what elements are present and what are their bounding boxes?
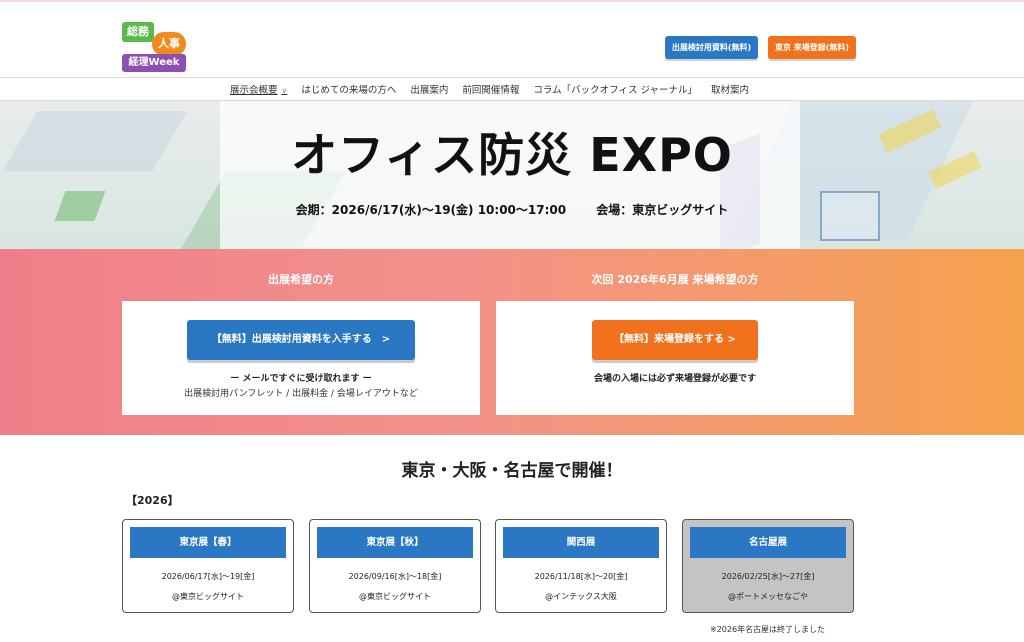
visitor-note: 会場の入場には必ず来場登録が必要です — [593, 374, 756, 384]
nav-item-exhibit-info[interactable]: 出展案内 — [410, 82, 448, 96]
venue-card-title: 名古屋展 — [690, 527, 846, 558]
venue-card-place: @東京ビッグサイト — [172, 592, 244, 601]
venue-card-tokyo-autumn[interactable]: 東京展【秋】 2026/09/16[水]～18[金] @東京ビッグサイト — [309, 519, 481, 613]
exhibitor-note-email: ー メールですぐに受け取れます ー — [230, 374, 372, 384]
venue-card-date: 2026/09/16[水]～18[金] — [348, 572, 442, 581]
site-header: 総務 人事 経理Week 出展検討用資料(無料) 東京 来場登録(無料) — [0, 2, 1024, 76]
venue-card-title: 東京展【秋】 — [317, 527, 473, 558]
header-exhibit-docs-button[interactable]: 出展検討用資料(無料) — [665, 36, 758, 59]
year-label: 【2026】 — [126, 494, 179, 507]
header-visitor-register-button[interactable]: 東京 来場登録(無料) — [768, 36, 856, 59]
venue-card-kansai[interactable]: 関西展 2026/11/18[水]～20[金] @インテックス大阪 — [495, 519, 667, 613]
get-exhibit-docs-button[interactable]: 【無料】出展検討用資料を入手する > — [187, 320, 415, 360]
exhibitor-heading: 出展希望の方 — [268, 273, 334, 286]
nav-item-press[interactable]: 取材案内 — [711, 82, 749, 96]
visitor-card: 【無料】来場登録をする > 会場の入場には必ず来場登録が必要です — [496, 301, 854, 415]
nav-item-label: 展示会概要 — [230, 85, 278, 96]
main-nav: 展示会概要 ∨ はじめての来場の方へ 出展案内 前回開催情報 コラム「バックオフィ… — [0, 77, 1024, 101]
venue-card-tokyo-spring[interactable]: 東京展【春】 2026/06/17[水]～19[金] @東京ビッグサイト — [122, 519, 294, 613]
visitor-register-button[interactable]: 【無料】来場登録をする > — [592, 320, 758, 360]
nav-item-overview[interactable]: 展示会概要 ∨ — [230, 82, 287, 96]
page-title: オフィス防災 EXPO — [291, 128, 733, 182]
venue-card-place: @ポートメッセなごや — [728, 592, 808, 601]
logo-part-jinji: 人事 — [152, 32, 186, 56]
venue-card-title: 東京展【春】 — [130, 527, 286, 558]
nagoya-ended-note: ※2026年名古屋は終了しました — [710, 625, 826, 634]
nav-item-previous-show[interactable]: 前回開催情報 — [462, 82, 519, 96]
hero-banner: オフィス防災 EXPO 会期：2026/6/17(水)～19(金) 10:00～… — [0, 101, 1024, 249]
venue-card-title: 関西展 — [503, 527, 659, 558]
event-period: 会期：2026/6/17(水)～19(金) 10:00～17:00 — [295, 203, 567, 217]
exhibitor-card: 【無料】出展検討用資料を入手する > ー メールですぐに受け取れます ー 出展検… — [122, 301, 480, 415]
venue-card-place: @インテックス大阪 — [545, 592, 617, 601]
nav-item-first-visit[interactable]: はじめての来場の方へ — [301, 82, 396, 96]
venues-heading: 東京・大阪・名古屋で開催！ — [401, 461, 623, 481]
venue-card-date: 2026/02/25[水]～27[金] — [721, 572, 815, 581]
exhibitor-note-contents: 出展検討用パンフレット / 出展料金 / 会場レイアウトなど — [184, 389, 418, 399]
venue-card-nagoya[interactable]: 名古屋展 2026/02/25[水]～27[金] @ポートメッセなごや — [682, 519, 854, 613]
logo-part-somu: 総務 — [122, 22, 154, 42]
venue-card-date: 2026/11/18[水]～20[金] — [534, 572, 628, 581]
visitor-heading: 次回 2026年6月展 来場希望の方 — [591, 273, 759, 286]
nav-item-column[interactable]: コラム「バックオフィス ジャーナル」 — [533, 82, 697, 96]
venue-card-date: 2026/06/17[水]～19[金] — [161, 572, 255, 581]
event-schedule: 会期：2026/6/17(水)～19(金) 10:00～17:00 会場：東京ビ… — [0, 201, 1024, 218]
site-logo[interactable]: 総務 人事 経理Week — [122, 20, 192, 74]
chevron-down-icon: ∨ — [281, 86, 288, 95]
event-venue: 会場：東京ビッグサイト — [596, 203, 729, 217]
logo-part-keiri-week: 経理Week — [122, 54, 186, 72]
cta-section: 出展希望の方 次回 2026年6月展 来場希望の方 【無料】出展検討用資料を入手… — [0, 249, 1024, 435]
venue-card-place: @東京ビッグサイト — [359, 592, 431, 601]
